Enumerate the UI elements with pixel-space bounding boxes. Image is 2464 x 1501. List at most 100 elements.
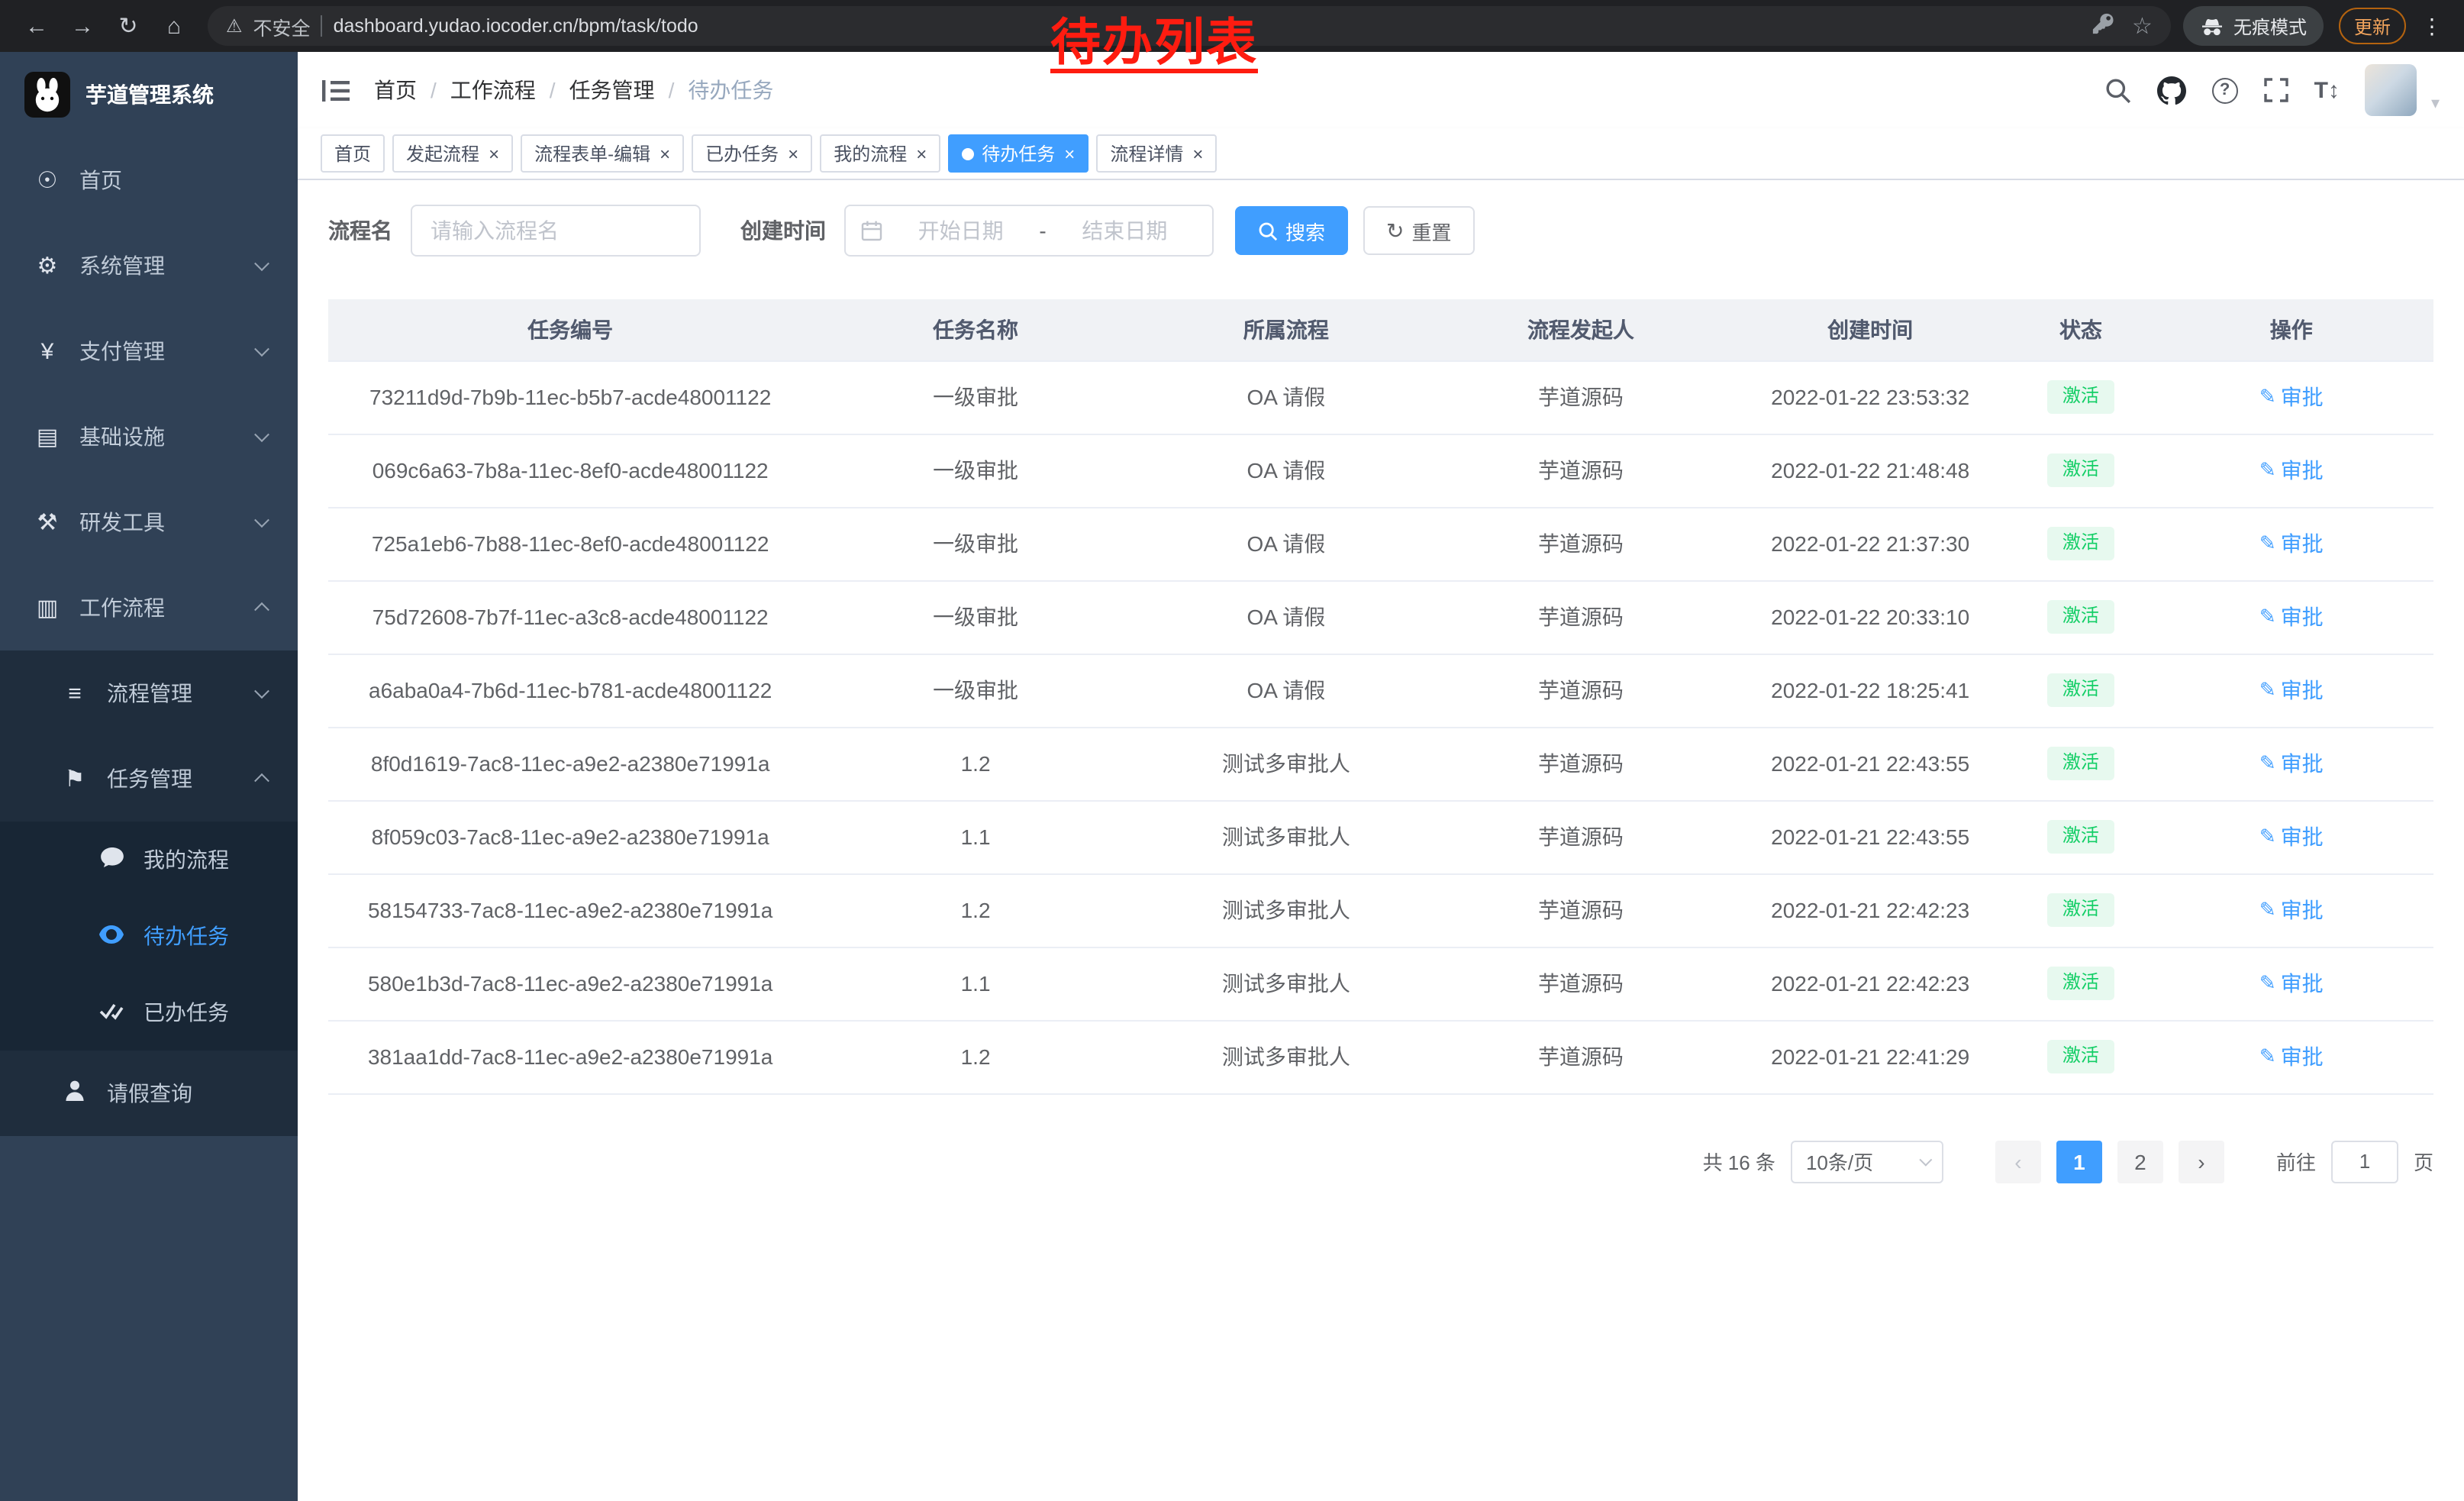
- breadcrumb-task-management[interactable]: 任务管理: [569, 75, 655, 105]
- dashboard-icon: ☉: [31, 166, 64, 194]
- search-button[interactable]: 搜索: [1235, 206, 1348, 255]
- close-icon[interactable]: ×: [489, 143, 499, 164]
- approve-link[interactable]: ✎审批: [2259, 1041, 2324, 1072]
- browser-forward-button[interactable]: →: [61, 5, 104, 47]
- sidebar-item-leave-query[interactable]: 请假查询: [0, 1051, 298, 1136]
- person-icon: [58, 1080, 92, 1107]
- incognito-label: 无痕模式: [2233, 13, 2307, 39]
- close-icon[interactable]: ×: [1064, 143, 1075, 164]
- calendar-icon: [861, 220, 882, 241]
- sidebar-item-system[interactable]: ⚙ 系统管理: [0, 223, 298, 308]
- close-icon[interactable]: ×: [660, 143, 670, 164]
- sidebar: 芋道管理系统 ☉ 首页 ⚙ 系统管理 ¥ 支付管理 ▤ 基础设施: [0, 52, 298, 1501]
- tab-my-process[interactable]: 我的流程×: [820, 134, 940, 173]
- page-button-2[interactable]: 2: [2117, 1140, 2163, 1183]
- reset-button[interactable]: ↻ 重置: [1363, 206, 1475, 255]
- browser-update-button[interactable]: 更新: [2339, 8, 2406, 44]
- sidebar-item-task-management[interactable]: ⚑ 任务管理: [0, 736, 298, 822]
- total-count: 共 16 条: [1703, 1147, 1775, 1176]
- app-logo: [24, 72, 70, 118]
- goto-page-input[interactable]: [2331, 1140, 2398, 1183]
- status-badge: 激活: [2047, 820, 2114, 853]
- close-icon[interactable]: ×: [1192, 143, 1203, 164]
- table-row: 58154733-7ac8-11ec-a9e2-a2380e71991a 1.2…: [328, 873, 2433, 947]
- page-button-1[interactable]: 1: [2056, 1140, 2102, 1183]
- font-size-icon[interactable]: T↕: [2314, 77, 2340, 103]
- prev-page-button[interactable]: ‹: [1995, 1140, 2041, 1183]
- bookmark-star-icon[interactable]: ☆: [2132, 12, 2153, 40]
- breadcrumb-home[interactable]: 首页: [374, 75, 417, 105]
- next-page-button[interactable]: ›: [2179, 1140, 2224, 1183]
- breadcrumb-workflow[interactable]: 工作流程: [450, 75, 536, 105]
- help-icon[interactable]: ?: [2212, 77, 2238, 103]
- chevron-down-icon: [254, 512, 269, 528]
- table-header-row: 任务编号 任务名称 所属流程 流程发起人 创建时间 状态 操作: [328, 299, 2433, 360]
- approve-link[interactable]: ✎审批: [2259, 895, 2324, 925]
- tab-done-tasks[interactable]: 已办任务×: [692, 134, 812, 173]
- gear-icon: ⚙: [31, 252, 64, 279]
- edit-icon: ✎: [2259, 458, 2276, 483]
- yen-icon: ¥: [31, 338, 64, 364]
- process-name-input[interactable]: [411, 205, 701, 257]
- close-icon[interactable]: ×: [916, 143, 927, 164]
- browser-home-button[interactable]: ⌂: [153, 5, 195, 47]
- tab-todo-tasks[interactable]: 待办任务×: [948, 134, 1088, 173]
- sidebar-item-my-process[interactable]: 我的流程: [0, 822, 298, 898]
- fullscreen-icon[interactable]: [2264, 78, 2288, 102]
- tab-process-form-edit[interactable]: 流程表单-编辑×: [521, 134, 684, 173]
- approve-link[interactable]: ✎审批: [2259, 822, 2324, 852]
- approve-link[interactable]: ✎审批: [2259, 528, 2324, 559]
- approve-link[interactable]: ✎审批: [2259, 675, 2324, 705]
- create-time-label: 创建时间: [740, 215, 826, 246]
- github-icon[interactable]: [2157, 76, 2186, 105]
- refresh-icon: ↻: [1386, 218, 1404, 244]
- tab-home[interactable]: 首页: [321, 134, 385, 173]
- approve-link[interactable]: ✎审批: [2259, 602, 2324, 632]
- incognito-badge: 无痕模式: [2183, 6, 2324, 46]
- sidebar-item-workflow[interactable]: ▥ 工作流程: [0, 565, 298, 650]
- status-badge: 激活: [2047, 967, 2114, 999]
- avatar-caret-icon[interactable]: ▾: [2431, 93, 2440, 113]
- app-logo-row: 芋道管理系统: [0, 52, 298, 137]
- table-row: 069c6a63-7b8a-11ec-8ef0-acde48001122 一级审…: [328, 434, 2433, 507]
- password-key-icon[interactable]: [2091, 12, 2114, 40]
- approve-link[interactable]: ✎审批: [2259, 455, 2324, 486]
- sidebar-item-todo-tasks[interactable]: 待办任务: [0, 898, 298, 974]
- search-icon[interactable]: [2105, 77, 2131, 103]
- browser-back-button[interactable]: ←: [15, 5, 58, 47]
- col-initiator: 流程发起人: [1434, 299, 1728, 360]
- table-row: 75d72608-7b7f-11ec-a3c8-acde48001122 一级审…: [328, 580, 2433, 654]
- workflow-icon: ▥: [31, 594, 64, 621]
- approve-link[interactable]: ✎审批: [2259, 382, 2324, 412]
- col-actions: 操作: [2150, 299, 2433, 360]
- page-size-select[interactable]: 10条/页: [1791, 1140, 1943, 1183]
- sidebar-item-done-tasks[interactable]: 已办任务: [0, 974, 298, 1051]
- sidebar-item-home[interactable]: ☉ 首页: [0, 137, 298, 223]
- table-row: 580e1b3d-7ac8-11ec-a9e2-a2380e71991a 1.1…: [328, 947, 2433, 1020]
- sidebar-collapse-icon[interactable]: [322, 79, 350, 102]
- tab-start-process[interactable]: 发起流程×: [392, 134, 513, 173]
- edit-icon: ✎: [2259, 531, 2276, 556]
- close-icon[interactable]: ×: [788, 143, 798, 164]
- browser-refresh-button[interactable]: ↻: [107, 5, 150, 47]
- sidebar-item-process-management[interactable]: ≡ 流程管理: [0, 650, 298, 736]
- chevron-down-icon: [254, 427, 269, 442]
- table-row: 725a1eb6-7b88-11ec-8ef0-acde48001122 一级审…: [328, 507, 2433, 580]
- url-text: dashboard.yudao.iocoder.cn/bpm/task/todo: [334, 15, 698, 37]
- approve-link[interactable]: ✎审批: [2259, 748, 2324, 779]
- browser-chrome: ← → ↻ ⌂ ⚠ 不安全 dashboard.yudao.iocoder.cn…: [0, 0, 2464, 52]
- table-row: 8f059c03-7ac8-11ec-a9e2-a2380e71991a 1.1…: [328, 800, 2433, 873]
- security-warning-icon: ⚠: [226, 15, 243, 37]
- approve-link[interactable]: ✎审批: [2259, 968, 2324, 999]
- search-icon: [1258, 221, 1278, 240]
- status-badge: 激活: [2047, 673, 2114, 706]
- table-row: 381aa1dd-7ac8-11ec-a9e2-a2380e71991a 1.2…: [328, 1020, 2433, 1093]
- date-range-picker[interactable]: 开始日期 - 结束日期: [844, 205, 1214, 257]
- sidebar-item-devtools[interactable]: ⚒ 研发工具: [0, 479, 298, 565]
- avatar[interactable]: [2366, 64, 2417, 116]
- tab-process-detail[interactable]: 流程详情×: [1096, 134, 1217, 173]
- sidebar-item-payment[interactable]: ¥ 支付管理: [0, 308, 298, 394]
- status-badge: 激活: [2047, 527, 2114, 560]
- sidebar-item-infrastructure[interactable]: ▤ 基础设施: [0, 394, 298, 479]
- browser-menu-icon[interactable]: ⋮: [2421, 13, 2443, 39]
